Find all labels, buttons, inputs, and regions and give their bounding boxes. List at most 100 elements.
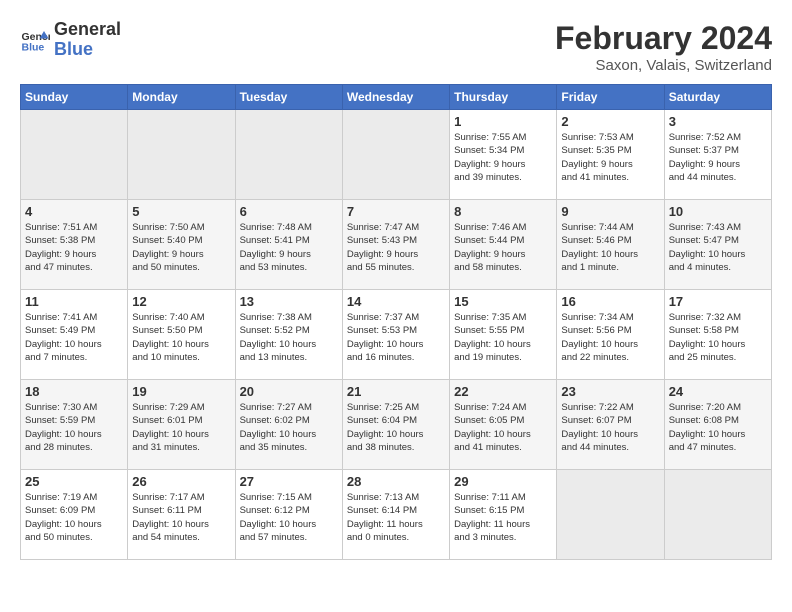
calendar-cell: 26Sunrise: 7:17 AM Sunset: 6:11 PM Dayli… (128, 470, 235, 560)
day-number: 23 (561, 384, 659, 399)
day-info: Sunrise: 7:27 AM Sunset: 6:02 PM Dayligh… (240, 401, 338, 454)
day-number: 7 (347, 204, 445, 219)
day-info: Sunrise: 7:53 AM Sunset: 5:35 PM Dayligh… (561, 131, 659, 184)
calendar-cell (128, 110, 235, 200)
day-info: Sunrise: 7:20 AM Sunset: 6:08 PM Dayligh… (669, 401, 767, 454)
day-info: Sunrise: 7:50 AM Sunset: 5:40 PM Dayligh… (132, 221, 230, 274)
day-info: Sunrise: 7:19 AM Sunset: 6:09 PM Dayligh… (25, 491, 123, 544)
day-info: Sunrise: 7:13 AM Sunset: 6:14 PM Dayligh… (347, 491, 445, 544)
calendar-cell: 2 Sunrise: 7:53 AM Sunset: 5:35 PM Daylig… (557, 110, 664, 200)
calendar-cell (235, 110, 342, 200)
day-info: Sunrise: 7:29 AM Sunset: 6:01 PM Dayligh… (132, 401, 230, 454)
day-info: Sunrise: 7:15 AM Sunset: 6:12 PM Dayligh… (240, 491, 338, 544)
calendar-week-3: 11Sunrise: 7:41 AM Sunset: 5:49 PM Dayli… (21, 290, 772, 380)
location-title: Saxon, Valais, Switzerland (555, 57, 772, 74)
day-number: 25 (25, 474, 123, 489)
calendar-cell: 7 Sunrise: 7:47 AM Sunset: 5:43 PM Daylig… (342, 200, 449, 290)
day-number: 4 (25, 204, 123, 219)
calendar-table: SundayMondayTuesdayWednesdayThursdayFrid… (20, 84, 772, 560)
day-info: Sunrise: 7:46 AM Sunset: 5:44 PM Dayligh… (454, 221, 552, 274)
day-info: Sunrise: 7:55 AM Sunset: 5:34 PM Dayligh… (454, 131, 552, 184)
day-number: 28 (347, 474, 445, 489)
day-info: Sunrise: 7:51 AM Sunset: 5:38 PM Dayligh… (25, 221, 123, 274)
day-number: 3 (669, 114, 767, 129)
calendar-cell: 15Sunrise: 7:35 AM Sunset: 5:55 PM Dayli… (450, 290, 557, 380)
calendar-cell: 3Sunrise: 7:52 AM Sunset: 5:37 PM Daylig… (664, 110, 771, 200)
logo-line2: Blue (54, 40, 121, 60)
calendar-cell: 10 Sunrise: 7:43 AM Sunset: 5:47 PM Dayli… (664, 200, 771, 290)
day-number: 1 (454, 114, 552, 129)
day-number: 8 (454, 204, 552, 219)
day-info: Sunrise: 7:11 AM Sunset: 6:15 PM Dayligh… (454, 491, 552, 544)
day-number: 22 (454, 384, 552, 399)
day-number: 9 (561, 204, 659, 219)
calendar-cell: 25 Sunrise: 7:19 AM Sunset: 6:09 PM Dayli… (21, 470, 128, 560)
day-number: 27 (240, 474, 338, 489)
weekday-header-monday: Monday (128, 85, 235, 110)
calendar-week-1: 1 Sunrise: 7:55 AM Sunset: 5:34 PM Daylig… (21, 110, 772, 200)
day-number: 12 (132, 294, 230, 309)
calendar-cell: 18 Sunrise: 7:30 AM Sunset: 5:59 PM Dayli… (21, 380, 128, 470)
day-info: Sunrise: 7:44 AM Sunset: 5:46 PM Dayligh… (561, 221, 659, 274)
calendar-cell: 13 Sunrise: 7:38 AM Sunset: 5:52 PM Dayli… (235, 290, 342, 380)
day-number: 16 (561, 294, 659, 309)
weekday-header-tuesday: Tuesday (235, 85, 342, 110)
day-info: Sunrise: 7:48 AM Sunset: 5:41 PM Dayligh… (240, 221, 338, 274)
day-info: Sunrise: 7:30 AM Sunset: 5:59 PM Dayligh… (25, 401, 123, 454)
day-info: Sunrise: 7:38 AM Sunset: 5:52 PM Dayligh… (240, 311, 338, 364)
calendar-cell: 11Sunrise: 7:41 AM Sunset: 5:49 PM Dayli… (21, 290, 128, 380)
calendar-cell (21, 110, 128, 200)
day-info: Sunrise: 7:47 AM Sunset: 5:43 PM Dayligh… (347, 221, 445, 274)
day-number: 11 (25, 294, 123, 309)
calendar-cell: 22 Sunrise: 7:24 AM Sunset: 6:05 PM Dayli… (450, 380, 557, 470)
calendar-cell: 29 Sunrise: 7:11 AM Sunset: 6:15 PM Dayli… (450, 470, 557, 560)
day-number: 10 (669, 204, 767, 219)
title-area: February 2024 Saxon, Valais, Switzerland (555, 20, 772, 74)
day-info: Sunrise: 7:37 AM Sunset: 5:53 PM Dayligh… (347, 311, 445, 364)
day-info: Sunrise: 7:34 AM Sunset: 5:56 PM Dayligh… (561, 311, 659, 364)
calendar-cell (664, 470, 771, 560)
day-info: Sunrise: 7:25 AM Sunset: 6:04 PM Dayligh… (347, 401, 445, 454)
calendar-cell: 5 Sunrise: 7:50 AM Sunset: 5:40 PM Daylig… (128, 200, 235, 290)
weekday-header-saturday: Saturday (664, 85, 771, 110)
svg-text:Blue: Blue (22, 41, 45, 53)
day-number: 29 (454, 474, 552, 489)
day-number: 17 (669, 294, 767, 309)
day-number: 24 (669, 384, 767, 399)
calendar-cell: 12 Sunrise: 7:40 AM Sunset: 5:50 PM Dayli… (128, 290, 235, 380)
day-number: 6 (240, 204, 338, 219)
calendar-week-4: 18 Sunrise: 7:30 AM Sunset: 5:59 PM Dayli… (21, 380, 772, 470)
day-info: Sunrise: 7:43 AM Sunset: 5:47 PM Dayligh… (669, 221, 767, 274)
calendar-cell: 28 Sunrise: 7:13 AM Sunset: 6:14 PM Dayli… (342, 470, 449, 560)
month-title: February 2024 (555, 20, 772, 57)
calendar-cell: 8 Sunrise: 7:46 AM Sunset: 5:44 PM Daylig… (450, 200, 557, 290)
day-number: 2 (561, 114, 659, 129)
day-info: Sunrise: 7:40 AM Sunset: 5:50 PM Dayligh… (132, 311, 230, 364)
calendar-week-2: 4 Sunrise: 7:51 AM Sunset: 5:38 PM Daylig… (21, 200, 772, 290)
calendar-cell (342, 110, 449, 200)
calendar-week-5: 25 Sunrise: 7:19 AM Sunset: 6:09 PM Dayli… (21, 470, 772, 560)
logo: General Blue General Blue (20, 20, 121, 60)
day-number: 14 (347, 294, 445, 309)
logo-icon: General Blue (20, 25, 50, 55)
day-number: 18 (25, 384, 123, 399)
day-number: 21 (347, 384, 445, 399)
calendar-cell: 20 Sunrise: 7:27 AM Sunset: 6:02 PM Dayli… (235, 380, 342, 470)
weekday-header-friday: Friday (557, 85, 664, 110)
day-info: Sunrise: 7:22 AM Sunset: 6:07 PM Dayligh… (561, 401, 659, 454)
day-number: 20 (240, 384, 338, 399)
calendar-cell: 16 Sunrise: 7:34 AM Sunset: 5:56 PM Dayli… (557, 290, 664, 380)
calendar-cell: 4 Sunrise: 7:51 AM Sunset: 5:38 PM Daylig… (21, 200, 128, 290)
day-info: Sunrise: 7:35 AM Sunset: 5:55 PM Dayligh… (454, 311, 552, 364)
day-number: 5 (132, 204, 230, 219)
day-info: Sunrise: 7:24 AM Sunset: 6:05 PM Dayligh… (454, 401, 552, 454)
day-number: 19 (132, 384, 230, 399)
day-number: 13 (240, 294, 338, 309)
weekday-header-sunday: Sunday (21, 85, 128, 110)
day-number: 26 (132, 474, 230, 489)
calendar-cell: 27 Sunrise: 7:15 AM Sunset: 6:12 PM Dayli… (235, 470, 342, 560)
day-info: Sunrise: 7:32 AM Sunset: 5:58 PM Dayligh… (669, 311, 767, 364)
weekday-header-wednesday: Wednesday (342, 85, 449, 110)
calendar-cell: 14 Sunrise: 7:37 AM Sunset: 5:53 PM Dayli… (342, 290, 449, 380)
calendar-cell: 19 Sunrise: 7:29 AM Sunset: 6:01 PM Dayli… (128, 380, 235, 470)
